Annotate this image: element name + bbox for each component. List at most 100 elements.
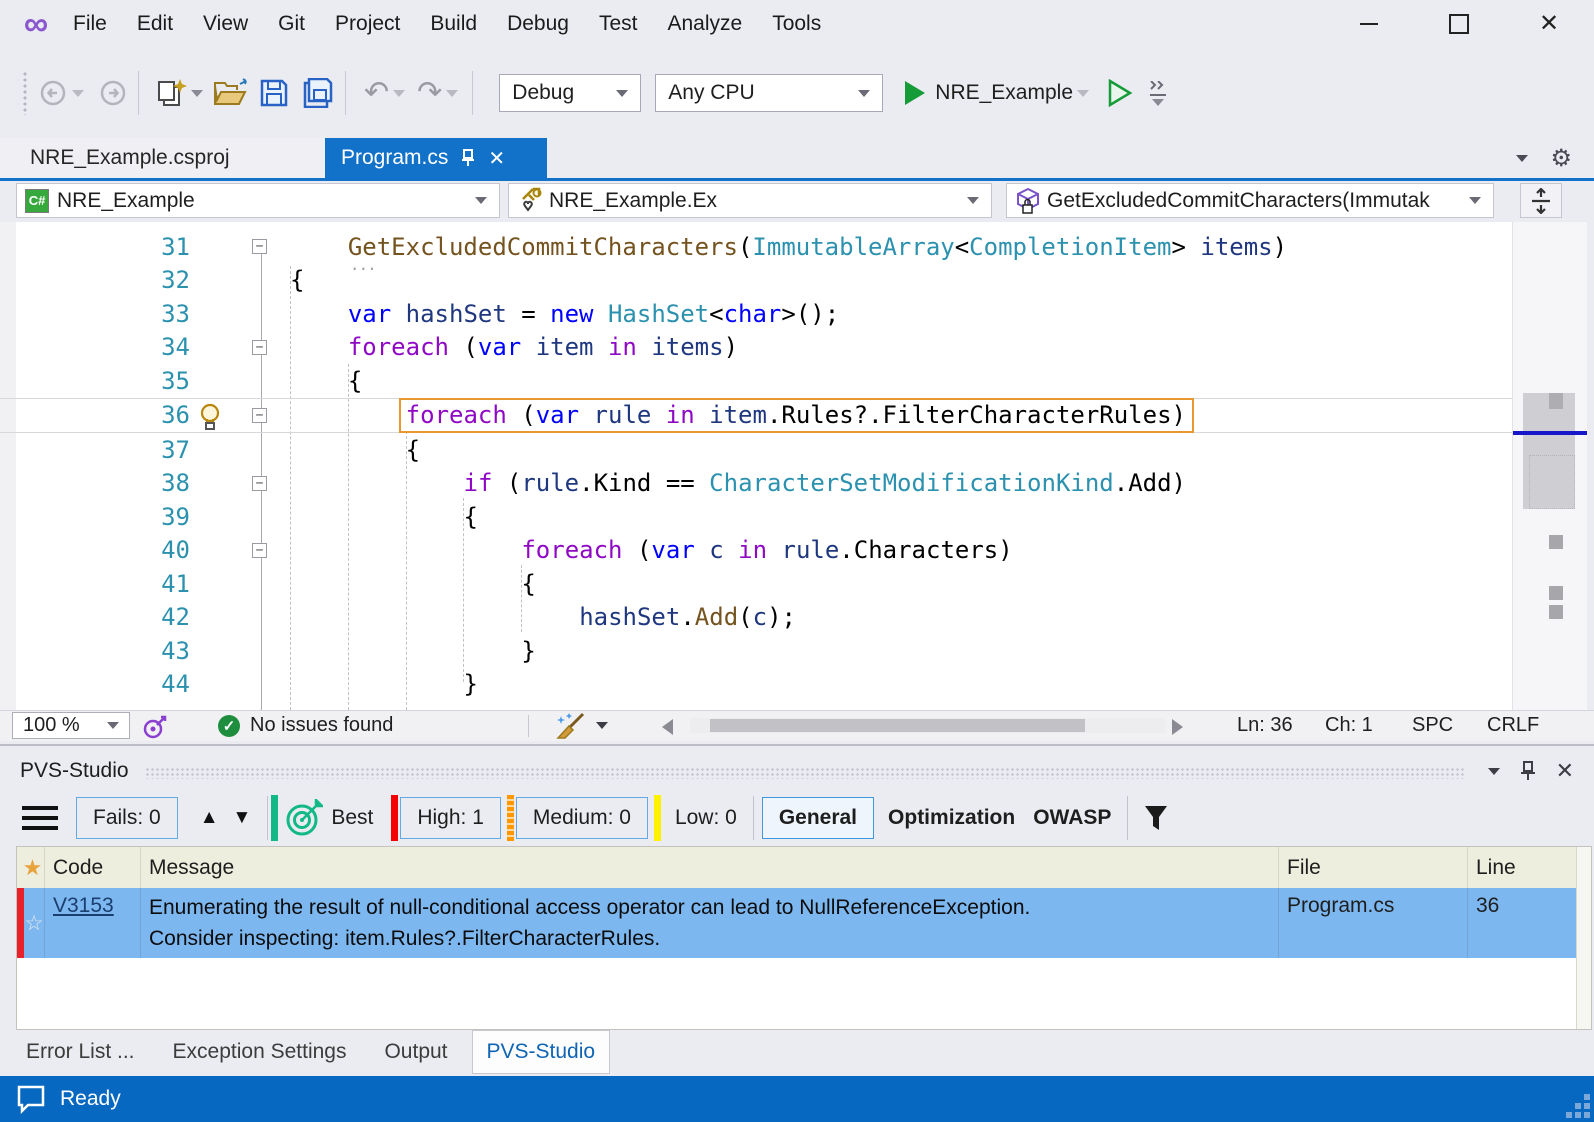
- code-cleanup-broom-icon[interactable]: [553, 712, 587, 740]
- solution-configuration-dropdown[interactable]: Debug: [499, 74, 641, 112]
- type-dropdown[interactable]: NRE_Example.Ex: [508, 183, 992, 218]
- undo-dropdown[interactable]: [393, 90, 405, 97]
- run-target-dropdown[interactable]: [1077, 90, 1089, 97]
- fold-toggle[interactable]: −: [252, 476, 267, 491]
- undo-button[interactable]: ↶: [364, 78, 389, 108]
- best-warnings-button[interactable]: Best: [331, 806, 373, 830]
- back-history-dropdown[interactable]: [72, 90, 84, 97]
- maximize-button[interactable]: [1414, 0, 1504, 48]
- member-dropdown[interactable]: GetExcludedCommitCharacters(Immutak: [1006, 183, 1494, 218]
- new-item-dropdown[interactable]: [191, 90, 203, 97]
- code-line-34[interactable]: 34−foreach (var item in items): [0, 331, 1512, 365]
- menu-hamburger-icon[interactable]: [22, 806, 58, 830]
- minimize-button[interactable]: [1324, 0, 1414, 48]
- lightbulb-icon[interactable]: [196, 402, 224, 432]
- code-line-40[interactable]: 40−foreach (var c in rule.Characters): [0, 534, 1512, 568]
- column-header-file[interactable]: File: [1279, 847, 1468, 888]
- close-panel-icon[interactable]: ✕: [1556, 758, 1574, 784]
- panel-drag-texture[interactable]: [145, 767, 1466, 779]
- code-line-43[interactable]: 43}: [0, 634, 1512, 668]
- split-editor-button[interactable]: [1520, 183, 1562, 218]
- tab-options-gear-icon[interactable]: ⚙: [1550, 144, 1572, 173]
- menu-item-git[interactable]: Git: [263, 12, 320, 36]
- navigate-forward-button[interactable]: [98, 78, 128, 108]
- tab-program-cs[interactable]: Program.cs ✕: [325, 138, 547, 178]
- code-line-44[interactable]: 44}: [0, 668, 1512, 702]
- column-header-code[interactable]: Code: [45, 847, 141, 888]
- menu-item-tools[interactable]: Tools: [757, 12, 836, 36]
- code-line-32[interactable]: 32{: [0, 264, 1512, 298]
- table-scrollbar[interactable]: [1576, 847, 1591, 1029]
- column-indicator[interactable]: Ch: 1: [1325, 714, 1373, 737]
- fold-toggle[interactable]: −: [252, 340, 267, 355]
- solution-platform-dropdown[interactable]: Any CPU: [655, 74, 883, 112]
- menu-item-file[interactable]: File: [58, 12, 122, 36]
- column-header-message[interactable]: Message: [141, 847, 1279, 888]
- run-target-button[interactable]: NRE_Example: [935, 81, 1073, 105]
- toolbar-grip[interactable]: [22, 71, 28, 115]
- window-position-chevron-icon[interactable]: [1488, 768, 1500, 775]
- redo-button[interactable]: ↷: [417, 78, 442, 108]
- line-ending-indicator[interactable]: CRLF: [1487, 714, 1539, 737]
- menu-item-build[interactable]: Build: [415, 12, 492, 36]
- save-all-button[interactable]: [301, 78, 335, 108]
- zoom-dropdown[interactable]: 100 %: [12, 712, 130, 739]
- redo-dropdown[interactable]: [446, 90, 458, 97]
- auto-hide-pin-icon[interactable]: [1520, 761, 1536, 781]
- pin-icon[interactable]: [460, 149, 476, 167]
- tab-nre-example-csproj[interactable]: NRE_Example.csproj: [0, 138, 325, 178]
- menu-item-view[interactable]: View: [188, 12, 263, 36]
- code-cleanup-dropdown[interactable]: [596, 722, 608, 729]
- code-line-42[interactable]: 42hashSet.Add(c);: [0, 601, 1512, 635]
- code-line-37[interactable]: 37{: [0, 433, 1512, 467]
- horizontal-scrollbar[interactable]: [690, 718, 1165, 733]
- spaces-indicator[interactable]: SPC: [1412, 714, 1453, 737]
- window-resize-grip[interactable]: [1556, 1084, 1590, 1118]
- diagnostic-row[interactable]: ☆V3153Enumerating the result of null-con…: [17, 888, 1591, 958]
- diagnostic-code-link[interactable]: V3153: [53, 894, 114, 917]
- line-indicator[interactable]: Ln: 36: [1237, 714, 1293, 737]
- tab-general[interactable]: General: [762, 797, 874, 839]
- tab-list-chevron-icon[interactable]: [1516, 155, 1528, 162]
- project-dropdown[interactable]: C# NRE_Example: [16, 183, 500, 218]
- fold-toggle[interactable]: −: [252, 239, 267, 254]
- scroll-left-icon[interactable]: [662, 719, 673, 735]
- code-line-38[interactable]: 38−if (rule.Kind == CharacterSetModifica…: [0, 467, 1512, 501]
- filter-funnel-icon[interactable]: [1142, 804, 1170, 832]
- tool-window-tab-pvs-studio[interactable]: PVS-Studio: [472, 1030, 611, 1074]
- navigate-back-button[interactable]: [38, 78, 68, 108]
- fold-toggle[interactable]: −: [252, 408, 267, 423]
- tab-optimization[interactable]: Optimization: [888, 806, 1015, 830]
- low-filter-button[interactable]: Low: 0: [675, 806, 737, 830]
- sort-ascending-icon[interactable]: ▲: [200, 807, 219, 829]
- close-button[interactable]: ✕: [1504, 0, 1594, 48]
- toolbar-overflow-button[interactable]: [1149, 81, 1167, 106]
- scroll-right-icon[interactable]: [1172, 719, 1183, 735]
- column-header-line[interactable]: Line: [1468, 847, 1577, 888]
- favorite-star-icon[interactable]: ★: [17, 847, 45, 888]
- new-item-button[interactable]: [153, 76, 187, 110]
- feedback-icon[interactable]: [16, 1084, 46, 1114]
- document-health-icon[interactable]: [142, 714, 168, 740]
- tool-window-tab-exception-settings[interactable]: Exception Settings: [159, 1031, 361, 1073]
- code-editor[interactable]: 31−GetExcludedCommitCharacters(Immutable…: [0, 222, 1586, 710]
- menu-item-debug[interactable]: Debug: [492, 12, 584, 36]
- sort-descending-icon[interactable]: ▼: [233, 807, 252, 829]
- health-message[interactable]: No issues found: [250, 714, 393, 737]
- code-line-31[interactable]: 31−GetExcludedCommitCharacters(Immutable…: [0, 230, 1512, 264]
- editor-vertical-scrollbar[interactable]: [1512, 222, 1587, 710]
- save-button[interactable]: [259, 78, 289, 108]
- menu-item-analyze[interactable]: Analyze: [652, 12, 757, 36]
- fails-filter-button[interactable]: Fails: 0: [76, 797, 178, 839]
- best-target-icon[interactable]: [285, 799, 323, 837]
- tool-window-tab-output[interactable]: Output: [370, 1031, 461, 1073]
- menu-item-project[interactable]: Project: [320, 12, 415, 36]
- start-debugging-icon[interactable]: [905, 81, 925, 105]
- start-without-debugging-button[interactable]: [1107, 79, 1133, 107]
- open-file-button[interactable]: [213, 78, 249, 108]
- scrollbar-thumb[interactable]: [710, 719, 1085, 732]
- menu-item-edit[interactable]: Edit: [122, 12, 188, 36]
- favorite-star-icon[interactable]: ☆: [17, 888, 45, 958]
- menu-item-test[interactable]: Test: [584, 12, 653, 36]
- code-line-35[interactable]: 35{: [0, 364, 1512, 398]
